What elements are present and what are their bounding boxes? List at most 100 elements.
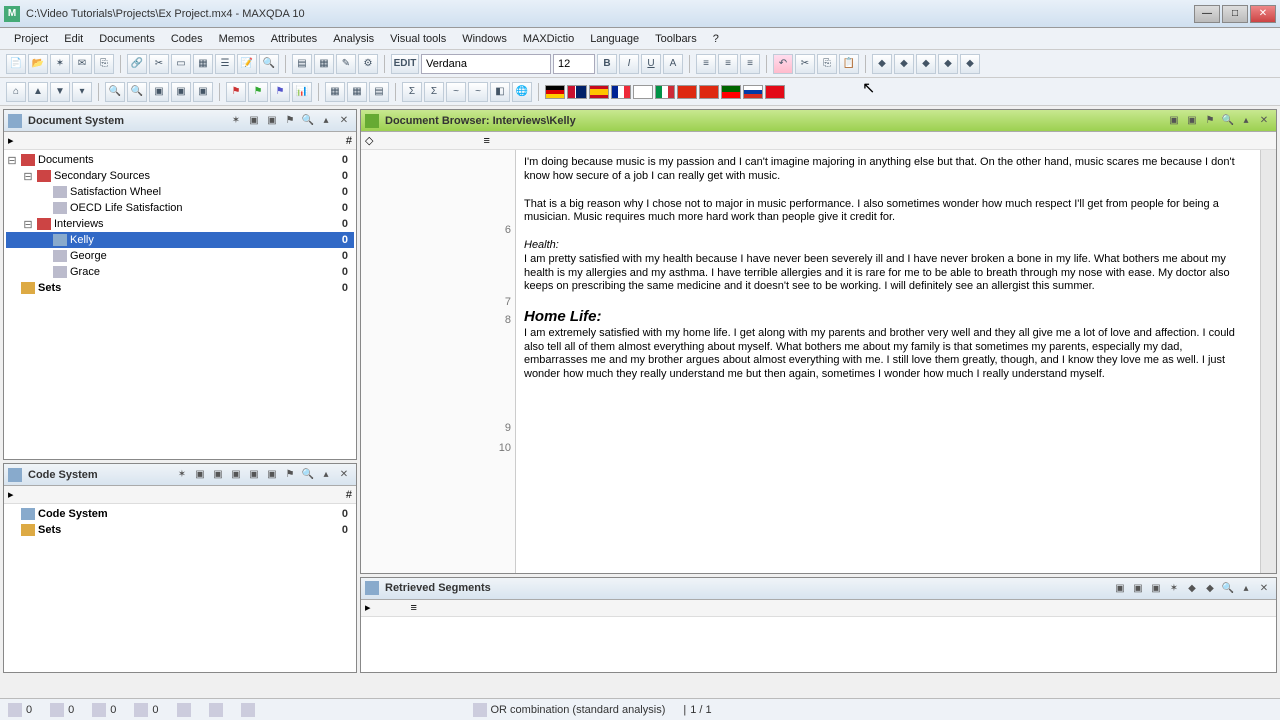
tb2-matrix2-icon[interactable]: ▦ xyxy=(347,82,367,102)
toolbar-search-icon[interactable]: 🔍 xyxy=(259,54,279,74)
tree-kelly[interactable]: Kelly 0 xyxy=(6,232,354,248)
tree-code-system[interactable]: Code System 0 xyxy=(6,506,354,522)
tb2-btn1-icon[interactable]: ▣ xyxy=(149,82,169,102)
db-close-icon[interactable]: ✕ xyxy=(1256,113,1272,129)
db-btn1-icon[interactable]: ▣ xyxy=(1166,113,1182,129)
toolbar-break-icon[interactable]: ✂ xyxy=(149,54,169,74)
vertical-scrollbar[interactable] xyxy=(1260,150,1276,573)
toolbar-grid2-icon[interactable]: ▦ xyxy=(314,54,334,74)
menu-windows[interactable]: Windows xyxy=(454,31,515,47)
db-collapse-icon[interactable]: ▴ xyxy=(1238,113,1254,129)
tb2-sigma2-icon[interactable]: Σ xyxy=(424,82,444,102)
expand-icon[interactable]: ⊟ xyxy=(6,154,18,167)
tb2-zoomout-icon[interactable]: 🔍 xyxy=(127,82,147,102)
rs-btn2-icon[interactable]: ▣ xyxy=(1130,580,1146,596)
toolbar-activate-icon[interactable]: ✶ xyxy=(50,54,70,74)
toolbar-edit-mode-icon[interactable]: EDIT xyxy=(391,54,419,74)
paste-button[interactable]: 📋 xyxy=(839,54,859,74)
cs-collapse-icon[interactable]: ▴ xyxy=(318,467,334,483)
nav2-icon[interactable]: ◆ xyxy=(894,54,914,74)
cs-btn6-icon[interactable]: ▣ xyxy=(264,467,280,483)
toolbar-memo-icon[interactable]: 📝 xyxy=(237,54,257,74)
tb2-zoomin-icon[interactable]: 🔍 xyxy=(105,82,125,102)
rs-btn4-icon[interactable]: ✶ xyxy=(1166,580,1182,596)
menu-memos[interactable]: Memos xyxy=(211,31,263,47)
font-color-button[interactable]: A xyxy=(663,54,683,74)
rs-close-icon[interactable]: ✕ xyxy=(1256,580,1272,596)
tb2-down-icon[interactable]: ▼ xyxy=(50,82,70,102)
tb2-pin-green-icon[interactable]: ⚑ xyxy=(248,82,268,102)
toolbar-props-icon[interactable]: ☰ xyxy=(215,54,235,74)
menu-documents[interactable]: Documents xyxy=(91,31,163,47)
tree-secondary-sources[interactable]: ⊟ Secondary Sources 0 xyxy=(6,168,354,184)
menu-analysis[interactable]: Analysis xyxy=(325,31,382,47)
tree-interviews[interactable]: ⊟ Interviews 0 xyxy=(6,216,354,232)
cs-btn7-icon[interactable]: ⚑ xyxy=(282,467,298,483)
undo-button[interactable]: ↶ xyxy=(773,54,793,74)
cs-btn3-icon[interactable]: ▣ xyxy=(210,467,226,483)
tb2-btn2-icon[interactable]: ▣ xyxy=(171,82,191,102)
document-text[interactable]: I'm doing because music is my passion an… xyxy=(516,150,1260,573)
rs-search-icon[interactable]: 🔍 xyxy=(1220,580,1236,596)
toolbar-edit-icon[interactable]: ✎ xyxy=(336,54,356,74)
menu-codes[interactable]: Codes xyxy=(163,31,211,47)
expand-icon[interactable]: ⊟ xyxy=(22,170,34,183)
toolbar-window-icon[interactable]: ▭ xyxy=(171,54,191,74)
flag-fr-icon[interactable] xyxy=(611,85,631,99)
rs-btn1-icon[interactable]: ▣ xyxy=(1112,580,1128,596)
cs-btn4-icon[interactable]: ▣ xyxy=(228,467,244,483)
italic-button[interactable]: I xyxy=(619,54,639,74)
ds-btn1-icon[interactable]: ✶ xyxy=(228,113,244,129)
menu-visual-tools[interactable]: Visual tools xyxy=(382,31,454,47)
tree-satisfaction-wheel[interactable]: Satisfaction Wheel 0 xyxy=(6,184,354,200)
tree-documents[interactable]: ⊟ Documents 0 xyxy=(6,152,354,168)
rs-btn6-icon[interactable]: ◆ xyxy=(1202,580,1218,596)
db-search-icon[interactable]: 🔍 xyxy=(1220,113,1236,129)
nav5-icon[interactable]: ◆ xyxy=(960,54,980,74)
ds-btn4-icon[interactable]: ⚑ xyxy=(282,113,298,129)
menu-maxdictio[interactable]: MAXDictio xyxy=(515,31,582,47)
cs-close-icon[interactable]: ✕ xyxy=(336,467,352,483)
menu-help[interactable]: ? xyxy=(705,31,727,47)
tb2-pin-blue-icon[interactable]: ⚑ xyxy=(270,82,290,102)
tb2-pin-red-icon[interactable]: ⚑ xyxy=(226,82,246,102)
toolbar-gear-icon[interactable]: ⚙ xyxy=(358,54,378,74)
expand-icon[interactable]: ⊟ xyxy=(22,218,34,231)
underline-button[interactable]: U xyxy=(641,54,661,74)
flag-pt-icon[interactable] xyxy=(721,85,741,99)
menu-language[interactable]: Language xyxy=(582,31,647,47)
toolbar-link-icon[interactable]: ✉ xyxy=(72,54,92,74)
tb2-func-icon[interactable]: ~ xyxy=(446,82,466,102)
size-dropdown[interactable]: 12 xyxy=(553,54,595,74)
nav4-icon[interactable]: ◆ xyxy=(938,54,958,74)
tree-code-sets[interactable]: Sets 0 xyxy=(6,522,354,538)
menu-edit[interactable]: Edit xyxy=(56,31,91,47)
flag-cn2-icon[interactable] xyxy=(699,85,719,99)
ds-search-icon[interactable]: 🔍 xyxy=(300,113,316,129)
tb2-globe-icon[interactable]: 🌐 xyxy=(512,82,532,102)
tb2-matrix1-icon[interactable]: ▦ xyxy=(325,82,345,102)
tb2-end-icon[interactable]: ▾ xyxy=(72,82,92,102)
menu-project[interactable]: Project xyxy=(6,31,56,47)
db-btn3-icon[interactable]: ⚑ xyxy=(1202,113,1218,129)
align-left-button[interactable]: ≡ xyxy=(696,54,716,74)
flag-es-icon[interactable] xyxy=(589,85,609,99)
cut-button[interactable]: ✂ xyxy=(795,54,815,74)
flag-ru-icon[interactable] xyxy=(743,85,763,99)
flag-uk-icon[interactable] xyxy=(567,85,587,99)
toolbar-new-icon[interactable]: 📄 xyxy=(6,54,26,74)
ds-btn2-icon[interactable]: ▣ xyxy=(246,113,262,129)
tree-oecd[interactable]: OECD Life Satisfaction 0 xyxy=(6,200,354,216)
align-center-button[interactable]: ≡ xyxy=(718,54,738,74)
cs-btn2-icon[interactable]: ▣ xyxy=(192,467,208,483)
paragraph[interactable]: I'm doing because music is my passion an… xyxy=(524,156,1248,184)
flag-it-icon[interactable] xyxy=(655,85,675,99)
tb2-up-icon[interactable]: ▲ xyxy=(28,82,48,102)
menu-attributes[interactable]: Attributes xyxy=(263,31,325,47)
cs-btn1-icon[interactable]: ✶ xyxy=(174,467,190,483)
minimize-button[interactable]: — xyxy=(1194,5,1220,23)
ds-close-icon[interactable]: ✕ xyxy=(336,113,352,129)
db-btn2-icon[interactable]: ▣ xyxy=(1184,113,1200,129)
close-button[interactable]: ✕ xyxy=(1250,5,1276,23)
paragraph[interactable]: That is a big reason why I chose not to … xyxy=(524,198,1248,226)
